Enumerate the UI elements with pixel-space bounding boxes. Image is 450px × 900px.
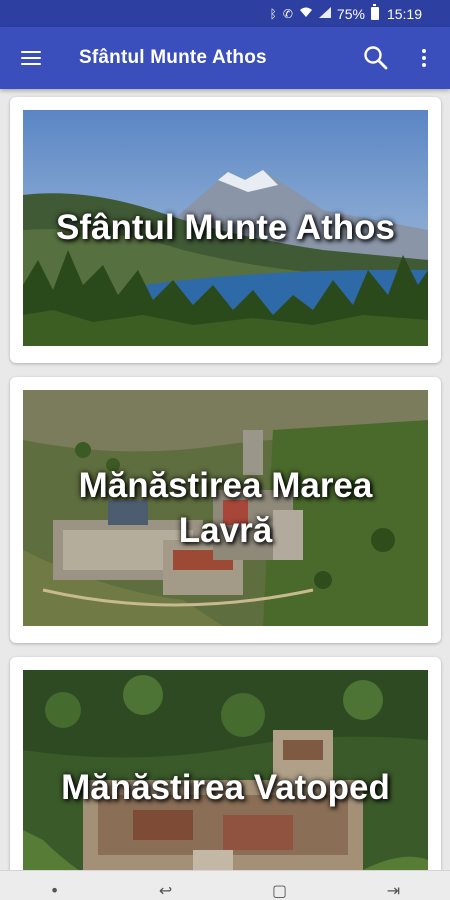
recents-icon[interactable]: ⇥ <box>387 883 400 899</box>
overflow-menu-button[interactable] <box>400 27 448 89</box>
card-title: Sfântul Munte Athos <box>56 208 395 248</box>
card-image: Mănăstirea Marea Lavră <box>23 390 428 626</box>
card-vatoped[interactable]: Mănăstirea Vatoped <box>10 657 441 870</box>
back-icon[interactable]: ↩ <box>159 883 172 899</box>
search-icon <box>364 46 388 70</box>
card-title: Mănăstirea Vatoped <box>61 768 390 808</box>
search-button[interactable] <box>352 27 400 89</box>
clock: 15:19 <box>386 5 422 22</box>
more-vert-icon <box>422 49 426 67</box>
card-marea-lavra[interactable]: Mănăstirea Marea Lavră <box>10 377 441 643</box>
signal-icon <box>318 6 331 21</box>
system-nav-bar: • ↩ ▢ ⇥ <box>0 870 450 900</box>
card-title: Mănăstirea Marea Lavră <box>78 465 373 551</box>
call-icon: ✆ <box>282 6 293 21</box>
app-title: Sfântul Munte Athos <box>79 47 267 68</box>
bluetooth-icon: ᛒ <box>269 6 277 21</box>
card-image: Mănăstirea Vatoped <box>23 670 428 870</box>
card-image: Sfântul Munte Athos <box>23 110 428 346</box>
status-bar: ᛒ ✆ 75% 15:19 <box>0 0 450 27</box>
dot-icon[interactable]: • <box>50 883 59 899</box>
monastery-list[interactable]: Sfântul Munte Athos Mănăstirea Marea Lav… <box>0 89 450 870</box>
wifi-icon <box>299 7 313 21</box>
card-mount-athos[interactable]: Sfântul Munte Athos <box>10 97 441 363</box>
home-icon[interactable]: ▢ <box>272 883 287 899</box>
hamburger-menu-icon <box>21 51 41 66</box>
battery-percent: 75% <box>336 5 365 22</box>
menu-button[interactable] <box>0 27 62 89</box>
app-bar: Sfântul Munte Athos <box>0 27 450 89</box>
battery-icon <box>370 4 379 20</box>
